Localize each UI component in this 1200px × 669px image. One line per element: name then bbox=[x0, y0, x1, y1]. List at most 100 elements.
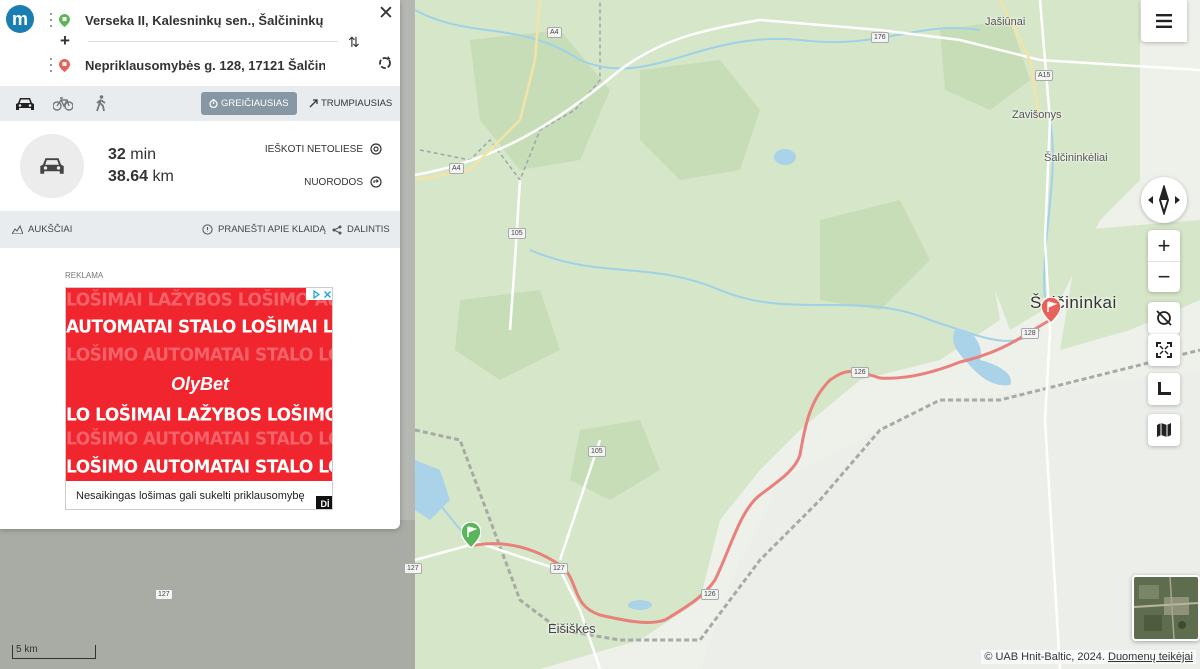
waypoint-to-row[interactable]: Nepriklausomybės g. 128, 17121 Šalčinink… bbox=[50, 54, 325, 76]
mode-car[interactable] bbox=[6, 86, 44, 121]
target-icon bbox=[370, 143, 382, 155]
route-panel: m Verseka II, Kalesninkų sen., Šalčinink… bbox=[0, 0, 400, 529]
ad-brand-logo: OlyBet bbox=[170, 374, 230, 394]
input-divider bbox=[88, 41, 338, 42]
map-layers-button[interactable] bbox=[1148, 414, 1180, 446]
travel-distance-value: 38.64 bbox=[108, 168, 149, 185]
place-label-zavisonys[interactable]: Zavišonys bbox=[1012, 109, 1062, 121]
share-label: Dalintis bbox=[347, 224, 390, 235]
ad-text-line: LOŠIMAI LAŽYBOS LOŠIMO AUTOMATAI bbox=[66, 289, 332, 311]
adchoices-triangle-icon bbox=[313, 289, 321, 299]
share-icon bbox=[332, 225, 342, 234]
ad-footer: Nesaikingas lošimas gali sukelti priklau… bbox=[66, 481, 332, 509]
bicycle-icon bbox=[53, 96, 73, 111]
ad-corner-badge: Dİ bbox=[316, 496, 332, 509]
option-shortest-button[interactable]: Trumpiausias bbox=[301, 92, 400, 115]
directions-icon bbox=[370, 176, 382, 188]
map-icon bbox=[1157, 423, 1171, 437]
stopwatch-icon bbox=[209, 99, 218, 108]
end-pin-icon bbox=[59, 58, 70, 72]
zoom-controls: + − bbox=[1148, 230, 1180, 292]
waypoint-inputs: m Verseka II, Kalesninkų sen., Šalčinink… bbox=[0, 0, 400, 86]
add-waypoint-button[interactable]: + bbox=[60, 31, 70, 51]
ad-choices-icon[interactable] bbox=[306, 288, 332, 300]
reload-route-button[interactable] bbox=[378, 56, 392, 75]
elevation-icon bbox=[12, 225, 23, 234]
road-shield: 127 bbox=[404, 563, 422, 574]
road-shield: 176 bbox=[871, 32, 889, 43]
close-button[interactable]: ✕ bbox=[378, 2, 394, 25]
travel-time-value: 32 bbox=[108, 146, 126, 163]
waypoint-from-row[interactable]: Verseka II, Kalesninkų sen., Šalčininkų … bbox=[50, 9, 325, 31]
car-icon bbox=[16, 97, 34, 110]
swap-waypoints-button[interactable]: ⇅ bbox=[348, 34, 360, 51]
start-pin-icon bbox=[59, 13, 70, 27]
elevation-button[interactable]: Aukščiai bbox=[12, 224, 72, 235]
rotate-reset-button[interactable] bbox=[1148, 302, 1180, 334]
search-nearby-label: Ieškoti netoliese bbox=[264, 143, 363, 155]
satellite-thumbnail bbox=[1134, 577, 1198, 639]
menu-button[interactable] bbox=[1141, 0, 1187, 42]
ad-text-line: LOŠIMO AUTOMATAI STALO LOŠIMAI bbox=[66, 428, 332, 450]
road-shield: A4 bbox=[547, 27, 562, 38]
zoom-out-button[interactable]: − bbox=[1148, 261, 1180, 292]
travel-time: 32 min bbox=[108, 146, 156, 164]
compass-icon bbox=[1148, 185, 1180, 215]
attribution-link[interactable]: Duomenų teikėjai bbox=[1108, 651, 1193, 663]
advertisement[interactable]: LOŠIMAI LAŽYBOS LOŠIMO AUTOMATAI AUTOMAT… bbox=[65, 287, 333, 510]
road-shield: 128 bbox=[1021, 328, 1039, 339]
ad-footer-text: Nesaikingas lošimas gali sukelti priklau… bbox=[76, 490, 305, 502]
refresh-icon bbox=[379, 56, 391, 69]
travel-mode-bar: Greičiausias Trumpiausias bbox=[0, 86, 400, 121]
mode-bicycle[interactable] bbox=[44, 86, 82, 121]
fullscreen-icon bbox=[1156, 342, 1172, 358]
search-nearby-link[interactable]: Ieškoti netoliese bbox=[265, 143, 382, 155]
info-icon bbox=[202, 224, 213, 235]
road-shield: 127 bbox=[550, 563, 568, 574]
pedestrian-icon bbox=[96, 95, 106, 112]
measure-button[interactable] bbox=[1148, 373, 1180, 405]
end-marker[interactable] bbox=[1041, 297, 1061, 323]
compass-button[interactable] bbox=[1141, 177, 1187, 223]
road-shield: A15 bbox=[1035, 70, 1054, 81]
attribution-text: © UAB Hnit-Baltic, 2024. bbox=[984, 651, 1105, 663]
zoom-in-button[interactable]: + bbox=[1148, 230, 1180, 261]
logo[interactable]: m bbox=[6, 5, 34, 33]
directions-link[interactable]: Nuorodos bbox=[304, 176, 382, 188]
diagonal-arrow-icon bbox=[309, 99, 318, 108]
ad-text-line: LO LOŠIMAI LAŽYBOS LOŠIMO AUTO bbox=[66, 404, 333, 426]
option-fastest-button[interactable]: Greičiausias bbox=[201, 92, 297, 115]
road-shield: 126 bbox=[701, 589, 719, 600]
hamburger-icon bbox=[1156, 14, 1172, 28]
elevation-label: Aukščiai bbox=[28, 224, 73, 235]
road-shield: 105 bbox=[508, 228, 526, 239]
ad-text-line: LOŠIMO AUTOMATAI STALO LOŠIMAI bbox=[66, 344, 332, 366]
waypoint-to-text[interactable]: Nepriklausomybės g. 128, 17121 Šalčinink… bbox=[85, 58, 325, 73]
road-shield: A4 bbox=[449, 163, 464, 174]
travel-time-unit: min bbox=[130, 146, 157, 163]
start-marker[interactable] bbox=[461, 522, 481, 548]
ad-text-line: AUTOMATAI STALO LOŠIMAI LAŽYBOS bbox=[66, 316, 333, 338]
satellite-layer-toggle[interactable] bbox=[1132, 575, 1200, 641]
travel-distance: 38.64 km bbox=[108, 168, 174, 186]
road-shield: 127 bbox=[155, 589, 173, 600]
option-fastest-label: Greičiausias bbox=[221, 98, 289, 109]
report-error-button[interactable]: Pranešti apie klaidą bbox=[202, 224, 326, 235]
ruler-icon bbox=[1158, 382, 1171, 395]
place-label-salcininkeliai[interactable]: Šalčininkėliai bbox=[1044, 152, 1108, 164]
road-shield: 105 bbox=[588, 446, 606, 457]
place-label-eisiskes[interactable]: Eišiškės bbox=[548, 621, 596, 636]
road-shield: 126 bbox=[851, 367, 869, 378]
mode-walk[interactable] bbox=[82, 86, 120, 121]
drag-handle-icon[interactable] bbox=[50, 13, 54, 27]
close-icon bbox=[324, 290, 331, 298]
directions-label: Nuorodos bbox=[304, 176, 363, 188]
attribution: © UAB Hnit-Baltic, 2024. Duomenų teikėja… bbox=[981, 650, 1196, 664]
drag-handle-icon[interactable] bbox=[50, 58, 54, 72]
report-error-label: Pranešti apie klaidą bbox=[218, 224, 326, 235]
waypoint-from-text[interactable]: Verseka II, Kalesninkų sen., Šalčininkų … bbox=[85, 13, 325, 28]
ad-banner[interactable]: LOŠIMAI LAŽYBOS LOŠIMO AUTOMATAI AUTOMAT… bbox=[66, 288, 333, 481]
fullscreen-button[interactable] bbox=[1148, 334, 1180, 366]
place-label-jasiunai[interactable]: Jašiūnai bbox=[985, 16, 1025, 28]
share-button[interactable]: Dalintis bbox=[332, 224, 390, 235]
